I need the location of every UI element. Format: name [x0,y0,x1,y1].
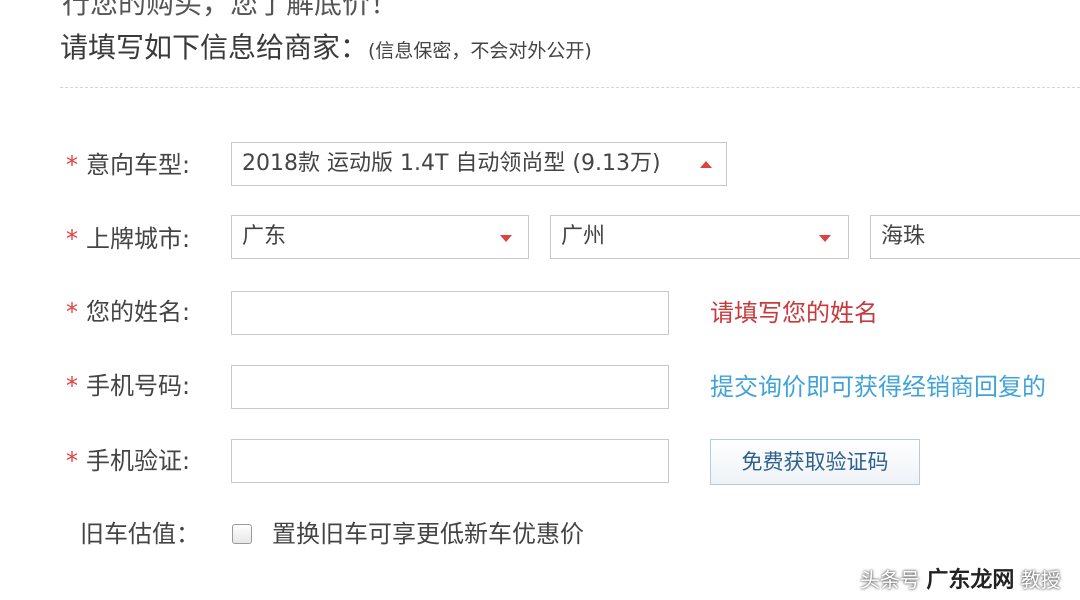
watermark: 头条号 广东龙网 教授 [860,562,1061,594]
required-mark: * [66,372,78,400]
city-label-text: 上牌城市: [86,225,191,253]
name-label-text: 您的姓名: [86,298,191,326]
province-value: 广东 [242,224,287,249]
trade-in-checkbox-label[interactable]: 置换旧车可享更低新车优惠价 [272,519,584,549]
verify-code-input[interactable] [231,439,669,483]
caret-down-icon [500,235,512,242]
watermark-left: 头条号 [860,568,920,592]
verify-label-text: 手机验证: [86,447,191,475]
required-mark: * [66,225,78,253]
required-mark: * [66,298,78,326]
caret-up-icon [700,161,712,168]
trade-in-checkbox[interactable] [232,524,252,544]
phone-label: * 手机号码: [66,371,190,401]
car-model-select[interactable]: 2018款 运动版 1.4T 自动领尚型 (9.13万) [231,142,727,186]
phone-info-hint: 提交询价即可获得经销商回复的 [710,373,1046,401]
car-model-label-text: 意向车型: [86,151,191,179]
phone-input[interactable] [231,365,669,409]
form-title: 请填写如下信息给商家： [60,31,369,64]
city-value: 广州 [561,224,606,249]
watermark-right: 教授 [1020,568,1061,592]
phone-label-text: 手机号码: [86,372,191,400]
name-label: * 您的姓名: [66,297,190,327]
caret-down-icon [819,235,831,242]
get-code-button[interactable]: 免费获取验证码 [710,439,920,485]
privacy-note: (信息保密，不会对外公开) [368,40,592,62]
required-mark: * [66,151,78,179]
province-select[interactable]: 广东 [231,215,529,259]
district-select[interactable]: 海珠 [870,215,1080,259]
name-error-hint: 请填写您的姓名 [710,299,878,327]
dashed-divider [60,87,1080,88]
required-mark: * [66,447,78,475]
trade-in-label: 旧车估值： [80,520,200,548]
district-value: 海珠 [881,224,926,249]
car-model-label: * 意向车型: [66,150,190,180]
name-input[interactable] [231,291,669,335]
car-model-value: 2018款 运动版 1.4T 自动领尚型 (9.13万) [242,151,661,176]
city-select[interactable]: 广州 [550,215,849,259]
watermark-logo: 广东龙网 [926,568,1015,593]
cropped-header-line: 行您的购买，您了解底价！ [62,0,399,20]
verify-label: * 手机验证: [66,446,190,476]
inquiry-form-page: 行您的购买，您了解底价！ 请填写如下信息给商家：(信息保密，不会对外公开) * 意… [0,0,1080,600]
form-header: 请填写如下信息给商家：(信息保密，不会对外公开) [60,26,592,66]
city-label: * 上牌城市: [66,224,190,254]
